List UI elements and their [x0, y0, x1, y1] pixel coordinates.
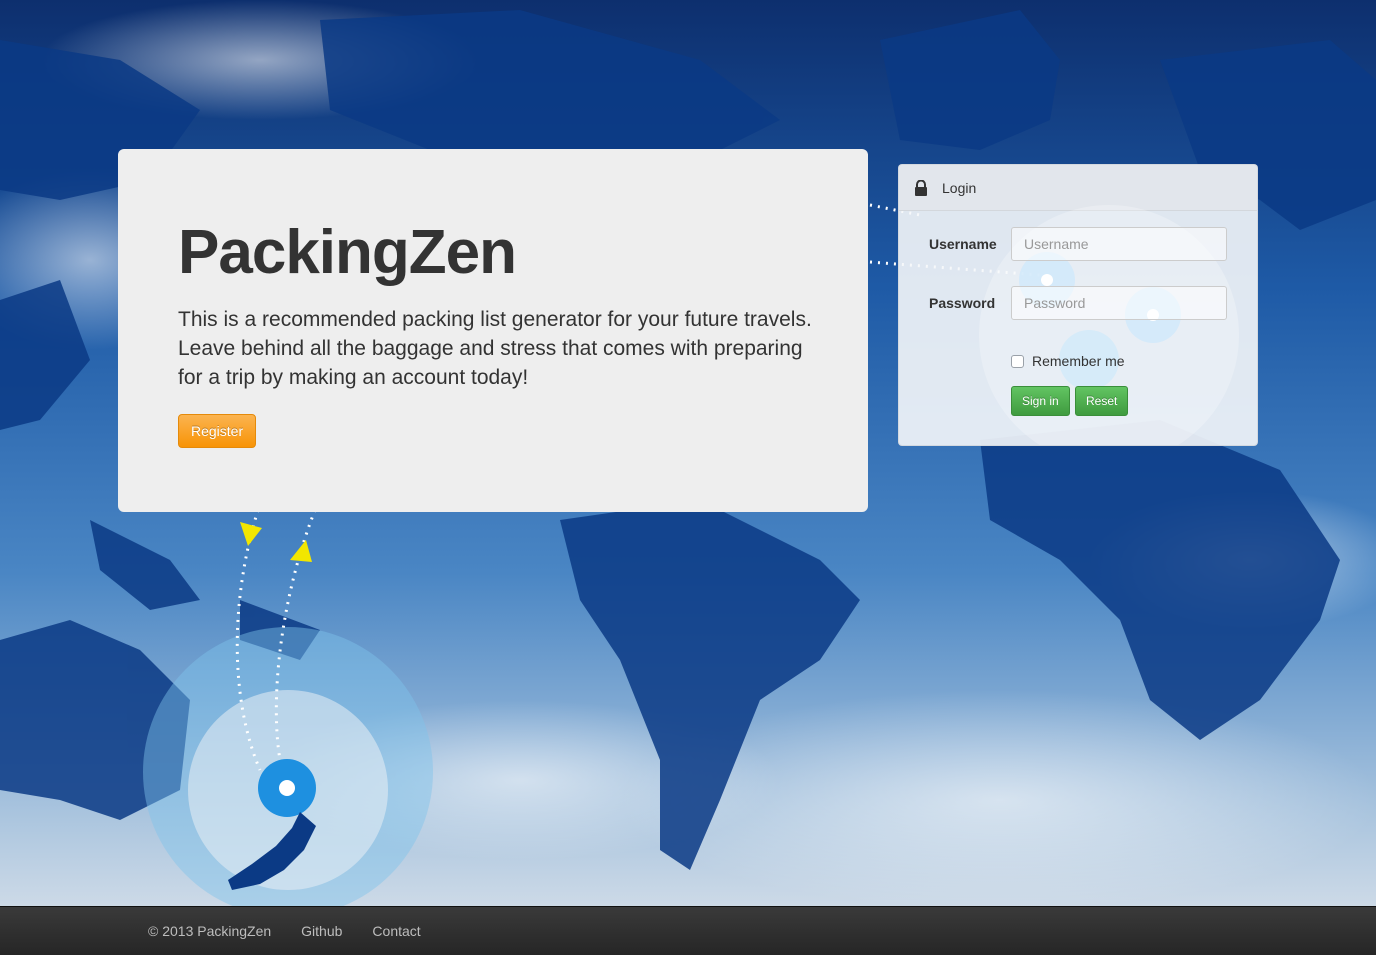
password-input[interactable]: [1011, 286, 1227, 320]
remember-me-row: Remember me: [1011, 353, 1125, 369]
github-link[interactable]: Github: [301, 923, 342, 939]
password-row: Password: [899, 286, 1257, 320]
sign-in-button[interactable]: Sign in: [1011, 386, 1070, 416]
username-input[interactable]: [1011, 227, 1227, 261]
app-description: This is a recommended packing list gener…: [178, 308, 812, 389]
app-title: PackingZen: [178, 218, 517, 287]
username-label: Username: [929, 236, 997, 252]
login-panel: Login Username Password Remember me Sign…: [898, 164, 1258, 446]
copyright-text: © 2013 PackingZen: [148, 923, 272, 939]
username-row: Username: [899, 227, 1257, 261]
remember-me-label: Remember me: [1032, 353, 1125, 369]
register-button[interactable]: Register: [178, 414, 257, 448]
footer: © 2013 PackingZen Github Contact: [0, 906, 1376, 955]
password-label: Password: [929, 295, 996, 311]
remember-me-checkbox[interactable]: [1011, 354, 1024, 368]
lock-icon: [914, 179, 928, 196]
reset-button[interactable]: Reset: [1075, 386, 1129, 416]
contact-link[interactable]: Contact: [372, 923, 420, 939]
hero-card: PackingZen This is a recommended packing…: [118, 149, 868, 512]
page: PackingZen This is a recommended packing…: [0, 0, 1376, 955]
